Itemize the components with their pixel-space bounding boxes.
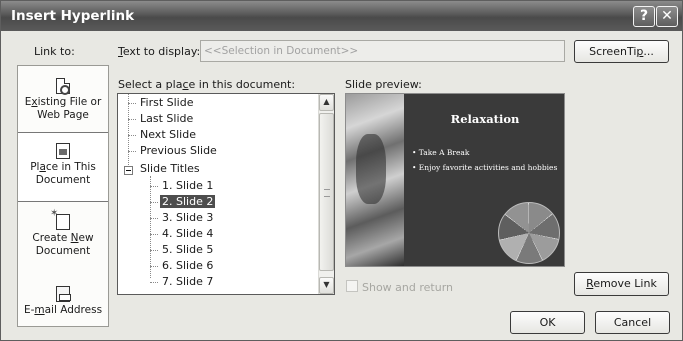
tree-item[interactable]: 1. Slide 1: [150, 178, 215, 194]
help-button[interactable]: ?: [633, 6, 655, 27]
document-place-tree[interactable]: First Slide Last Slide Next Slide Previo…: [117, 93, 335, 295]
screentip-button[interactable]: ScreenTip...: [574, 40, 669, 63]
link-item-label: E-mail Address: [23, 304, 103, 316]
tree-item-selected[interactable]: 2. Slide 2: [150, 194, 216, 210]
text-to-display-label: Text to display:: [118, 45, 201, 58]
tree-item-slide-titles[interactable]: Slide Titles: [128, 161, 202, 177]
existing-file-icon: [56, 78, 70, 95]
email-address-icon: [56, 286, 71, 302]
link-item-label: Place in This Document: [30, 161, 96, 186]
tree-item[interactable]: Next Slide: [128, 127, 198, 143]
link-email-address[interactable]: E-mail Address: [18, 282, 108, 326]
new-document-icon: [50, 207, 70, 230]
slide-pie-chart: [498, 202, 560, 264]
select-place-label: Select a place in this document:: [118, 78, 296, 91]
tree-item[interactable]: First Slide: [128, 95, 196, 111]
tree-item[interactable]: 6. Slide 6: [150, 258, 215, 274]
show-and-return-checkbox[interactable]: [346, 280, 358, 292]
text-to-display-input[interactable]: <<Selection in Document>>: [200, 40, 565, 62]
close-button[interactable]: ✕: [656, 6, 678, 27]
tree-item[interactable]: Previous Slide: [128, 143, 219, 159]
place-in-document-icon: [56, 143, 70, 159]
link-item-label: Create New Document: [32, 232, 94, 257]
scroll-down-icon[interactable]: ▼: [319, 277, 334, 294]
cancel-button[interactable]: Cancel: [595, 311, 670, 334]
scroll-thumb[interactable]: [319, 113, 334, 271]
tree-item[interactable]: 3. Slide 3: [150, 210, 215, 226]
link-existing-file-or-web-page[interactable]: Existing File or Web Page: [18, 74, 108, 132]
link-place-in-this-document[interactable]: Place in This Document: [18, 132, 108, 202]
tree-item[interactable]: Last Slide: [128, 111, 195, 127]
ok-button[interactable]: OK: [510, 311, 585, 334]
tree-item[interactable]: 4. Slide 4: [150, 226, 215, 242]
show-and-return-label: Show and return: [362, 281, 454, 294]
link-to-label: Link to:: [34, 45, 75, 58]
insert-hyperlink-dialog: Insert Hyperlink ? ✕ Link to: Text to di…: [0, 0, 683, 341]
tree-item[interactable]: 5. Slide 5: [150, 242, 215, 258]
title-bar[interactable]: Insert Hyperlink ? ✕: [1, 1, 682, 31]
link-create-new-document[interactable]: Create New Document: [18, 207, 108, 268]
window-title: Insert Hyperlink: [11, 8, 135, 24]
tree-scrollbar[interactable]: ▲ ▼: [318, 94, 334, 294]
link-to-bar: Existing File or Web Page Place in This …: [17, 65, 109, 327]
scroll-up-icon[interactable]: ▲: [319, 94, 334, 111]
slide-photo: [346, 94, 404, 266]
slide-title: Relaxation: [450, 112, 520, 126]
slide-preview-label: Slide preview:: [345, 78, 422, 91]
remove-link-button[interactable]: Remove Link: [574, 272, 669, 296]
link-item-label: Existing File or Web Page: [24, 96, 102, 121]
slide-bullet: • Enjoy favorite activities and hobbies: [412, 163, 558, 172]
slide-preview: Relaxation • Take A Break • Enjoy favori…: [345, 93, 565, 267]
slide-bullet: • Take A Break: [412, 148, 470, 157]
tree-item[interactable]: 7. Slide 7: [150, 274, 215, 290]
